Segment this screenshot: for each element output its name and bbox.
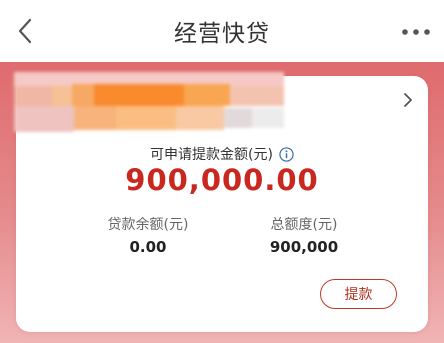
available-amount-label-row: 可申请提款金额(元) bbox=[0, 144, 444, 164]
total-credit-label: 总额度(元) bbox=[270, 217, 338, 233]
withdraw-button[interactable]: 提款 bbox=[320, 279, 397, 309]
loan-balance: 贷款余额(元) 0.00 bbox=[68, 214, 228, 256]
total-credit: 总额度(元) 900,000 bbox=[224, 214, 384, 256]
detail-chevron-button[interactable] bbox=[398, 90, 418, 110]
top-bar: 经营快贷 bbox=[0, 0, 444, 62]
available-amount-value: 900,000.00 bbox=[125, 163, 319, 197]
chevron-right-icon bbox=[404, 93, 412, 107]
loan-balance-value: 0.00 bbox=[129, 238, 167, 256]
masked-account-name bbox=[14, 72, 284, 136]
more-button[interactable] bbox=[398, 18, 434, 46]
total-credit-value: 900,000 bbox=[269, 238, 339, 256]
info-icon[interactable] bbox=[279, 146, 294, 162]
loan-balance-label: 贷款余额(元) bbox=[107, 217, 189, 233]
more-horizontal-icon bbox=[402, 29, 430, 35]
page-title: 经营快贷 bbox=[174, 21, 270, 47]
available-amount-label: 可申请提款金额(元) bbox=[150, 147, 273, 163]
